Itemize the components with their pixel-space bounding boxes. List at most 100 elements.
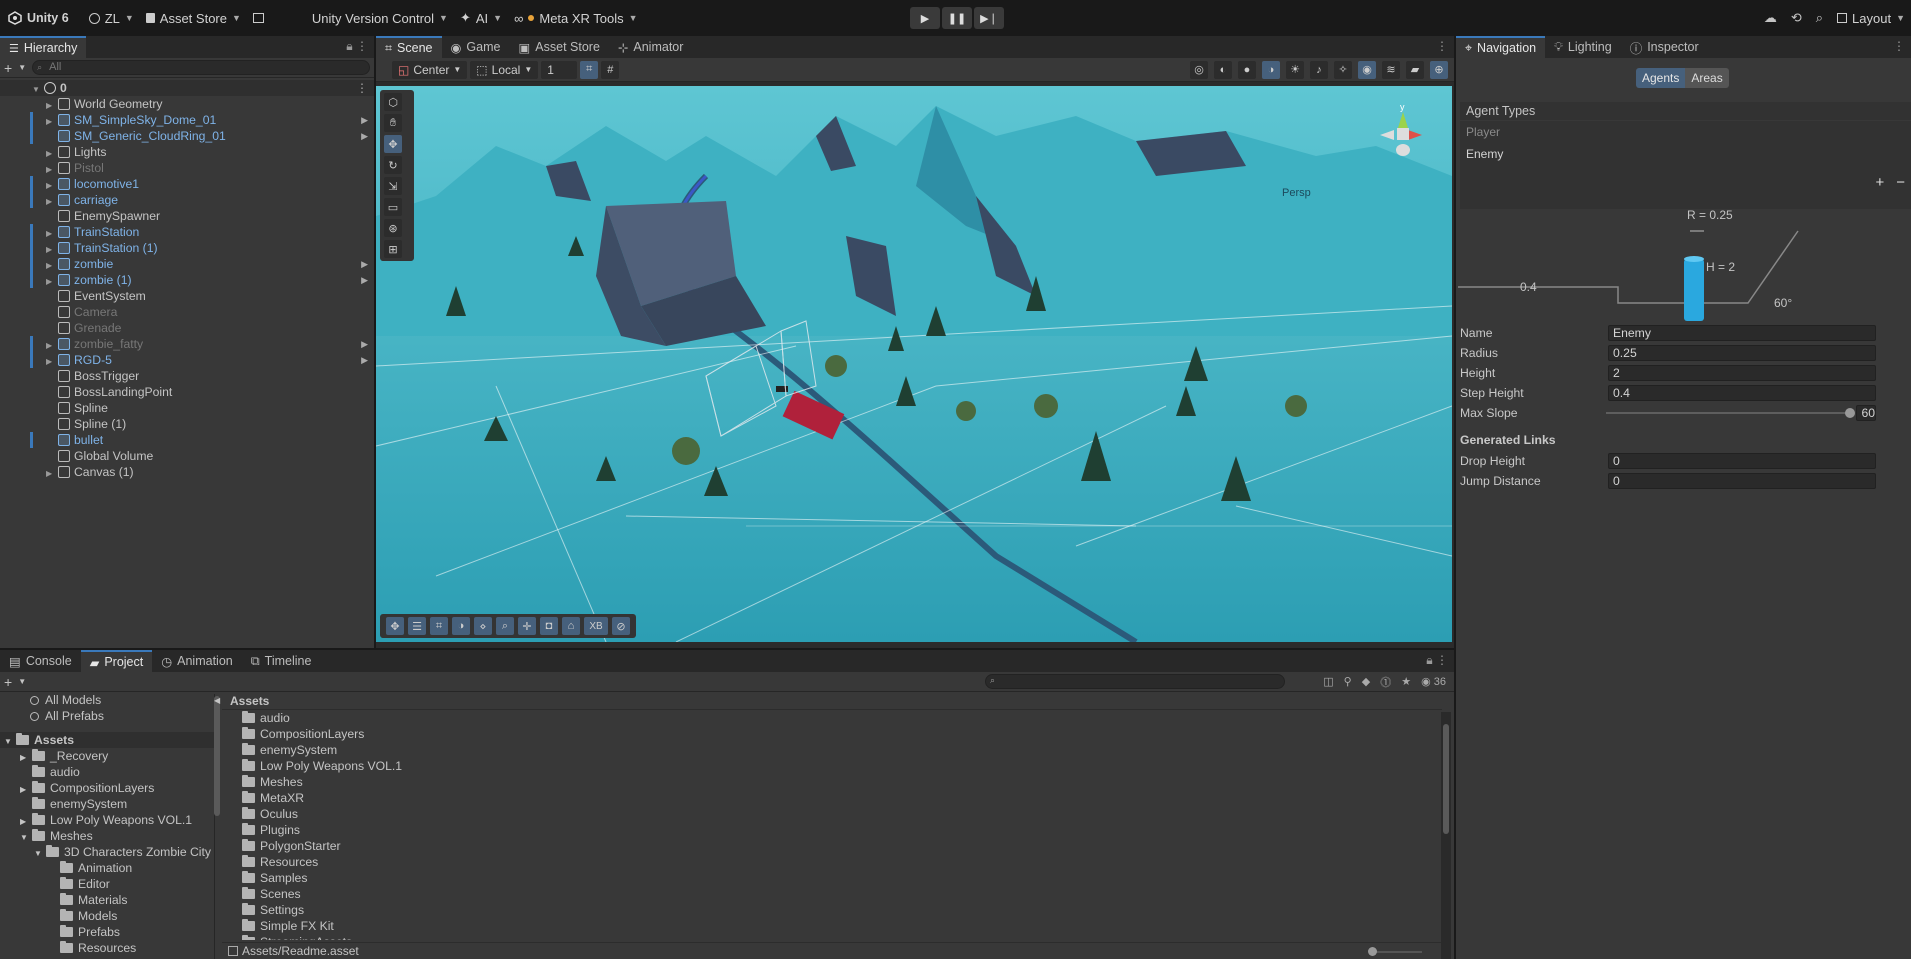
tree-item[interactable]: enemySystem bbox=[0, 796, 214, 812]
expand-arrow-icon[interactable]: ▼ bbox=[20, 830, 32, 846]
tab-navigation[interactable]: ⌖ Navigation bbox=[1456, 36, 1546, 58]
hierarchy-item[interactable]: ▶ zombie (1) ▶ bbox=[0, 272, 374, 288]
asset-folder[interactable]: Resources bbox=[242, 854, 1442, 870]
hierarchy-item[interactable]: EnemySpawner bbox=[0, 208, 374, 224]
overlay-move-button[interactable]: ✥ bbox=[386, 617, 404, 635]
overlay-build-button[interactable]: ⌂ bbox=[562, 617, 580, 635]
overlay-camera-button[interactable]: ◘ bbox=[540, 617, 558, 635]
hierarchy-item[interactable]: ▶ TrainStation bbox=[0, 224, 374, 240]
add-button[interactable]: + bbox=[4, 60, 12, 76]
chevron-right-icon[interactable]: ▶ bbox=[361, 352, 368, 368]
lock-icon[interactable]: 🔒︎ ⋮ bbox=[346, 39, 368, 54]
rotate-tool-button[interactable]: ↻ bbox=[384, 156, 402, 174]
label-icon[interactable]: ◆ bbox=[1362, 675, 1370, 688]
chevron-right-icon[interactable]: ▶ bbox=[361, 336, 368, 352]
tree-item[interactable]: ▶ Low Poly Weapons VOL.1 bbox=[0, 812, 214, 828]
package-button[interactable] bbox=[247, 6, 270, 30]
asset-folder[interactable]: Scenes bbox=[242, 886, 1442, 902]
pivot-dropdown[interactable]: ◱ Center ▼ bbox=[392, 60, 468, 79]
overlay-tools-button[interactable]: ☰ bbox=[408, 617, 426, 635]
lighting-button[interactable]: ☀ bbox=[1286, 60, 1304, 79]
hierarchy-item[interactable]: ▶ Canvas (1) bbox=[0, 464, 374, 480]
expand-arrow-icon[interactable]: ▼ bbox=[4, 734, 16, 750]
collapse-arrow-icon[interactable]: ◀ bbox=[214, 692, 220, 710]
agent-item-player[interactable]: Player bbox=[1460, 121, 1911, 143]
tab-animation[interactable]: ◷ Animation bbox=[152, 650, 242, 672]
tab-timeline[interactable]: ⧉ Timeline bbox=[242, 650, 321, 672]
hierarchy-item[interactable]: ▶ SM_SimpleSky_Dome_01 ▶ bbox=[0, 112, 374, 128]
fx-button[interactable]: ✧ bbox=[1334, 60, 1352, 79]
overlay-compass-button[interactable]: ⊘ bbox=[612, 617, 630, 635]
jump-input[interactable]: 0 bbox=[1608, 472, 1876, 489]
asset-folder[interactable]: Low Poly Weapons VOL.1 bbox=[242, 758, 1442, 774]
account-dropdown[interactable]: ZL ▼ bbox=[83, 6, 140, 30]
tree-item[interactable]: Models bbox=[0, 908, 214, 924]
version-control-dropdown[interactable]: Unity Version Control ▼ bbox=[306, 6, 454, 30]
expand-arrow-icon[interactable]: ▶ bbox=[46, 466, 58, 482]
hierarchy-item[interactable]: ▶ locomotive1 bbox=[0, 176, 374, 192]
asset-folder[interactable]: CompositionLayers bbox=[242, 726, 1442, 742]
slider-handle[interactable] bbox=[1845, 407, 1856, 418]
overlay-xb-button[interactable]: XB bbox=[584, 617, 608, 635]
hierarchy-item[interactable]: ▶ Pistol bbox=[0, 160, 374, 176]
name-input[interactable]: Enemy bbox=[1608, 324, 1876, 341]
rect-tool-button[interactable]: ▭ bbox=[384, 198, 402, 216]
play-button[interactable]: ▶ bbox=[910, 7, 940, 29]
slope-input[interactable]: 60 bbox=[1856, 404, 1876, 421]
slider-handle[interactable] bbox=[1368, 947, 1377, 956]
chevron-right-icon[interactable]: ▶ bbox=[361, 128, 368, 144]
asset-folder[interactable]: MetaXR bbox=[242, 790, 1442, 806]
hierarchy-item[interactable]: Spline (1) bbox=[0, 416, 374, 432]
hierarchy-item[interactable]: ▶ World Geometry bbox=[0, 96, 374, 112]
areas-button[interactable]: Areas bbox=[1685, 68, 1729, 88]
height-input[interactable]: 2 bbox=[1608, 364, 1876, 381]
add-agent-button[interactable]: + bbox=[1875, 174, 1884, 191]
hierarchy-item[interactable]: Grenade bbox=[0, 320, 374, 336]
hierarchy-item[interactable]: ▶ TrainStation (1) bbox=[0, 240, 374, 256]
search-icon[interactable]: ⌕ bbox=[1816, 10, 1823, 26]
scrollbar-left[interactable] bbox=[214, 696, 220, 816]
meta-tools-dropdown[interactable]: ∞ Meta XR Tools ▼ bbox=[508, 6, 644, 30]
tree-item[interactable]: Animation bbox=[0, 860, 214, 876]
asset-folder[interactable]: audio bbox=[242, 710, 1442, 726]
hierarchy-item[interactable]: ▶ zombie ▶ bbox=[0, 256, 374, 272]
snap-increment-input[interactable]: 1 bbox=[541, 60, 578, 79]
camera-button[interactable]: ▰ bbox=[1406, 60, 1424, 79]
tab-lighting[interactable]: 💡︎ Lighting bbox=[1545, 36, 1621, 58]
agents-button[interactable]: Agents bbox=[1636, 68, 1686, 88]
tree-item[interactable]: ▶ CompositionLayers bbox=[0, 780, 214, 796]
layout-dropdown[interactable]: Layout ▼ bbox=[1837, 6, 1905, 30]
zoom-slider[interactable] bbox=[1368, 947, 1422, 956]
scrollbar-right[interactable] bbox=[1441, 712, 1451, 959]
asset-folder[interactable]: PolygonStarter bbox=[242, 838, 1442, 854]
history-icon[interactable]: ⟲ bbox=[1791, 10, 1802, 26]
tab-project[interactable]: ▰ Project bbox=[80, 650, 153, 672]
overlay-search-button[interactable]: ⌕ bbox=[496, 617, 514, 635]
gizmo-global-button[interactable]: ◎ bbox=[1190, 60, 1208, 79]
overlay-grid-button[interactable]: ⌗ bbox=[430, 617, 448, 635]
more-icon[interactable]: ⋮ bbox=[1436, 39, 1448, 53]
scale-tool-button[interactable]: ⇲ bbox=[384, 177, 402, 195]
tree-item[interactable]: Editor bbox=[0, 876, 214, 892]
unity-menu[interactable]: Unity 6 bbox=[2, 6, 75, 30]
gizmos-button[interactable]: ⊕ bbox=[1430, 60, 1448, 79]
visibility-button[interactable]: ◉ bbox=[1358, 60, 1376, 79]
pause-button[interactable]: ❚❚ bbox=[942, 7, 972, 29]
projection-label[interactable]: Persp bbox=[1282, 187, 1311, 199]
hierarchy-item[interactable]: ▶ zombie_fatty ▶ bbox=[0, 336, 374, 352]
warning-icon[interactable]: ⓵ bbox=[1380, 674, 1391, 690]
hierarchy-item[interactable]: ▶ Lights bbox=[0, 144, 374, 160]
asset-folder[interactable]: Oculus bbox=[242, 806, 1442, 822]
hierarchy-item[interactable]: Camera bbox=[0, 304, 374, 320]
hand-tool-button[interactable]: ✋︎ bbox=[384, 114, 402, 132]
grid-snap-button[interactable]: ⌗ bbox=[580, 60, 599, 79]
tree-item[interactable]: Materials bbox=[0, 892, 214, 908]
tree-item[interactable]: Resources bbox=[0, 940, 214, 956]
hierarchy-item[interactable]: BossLandingPoint bbox=[0, 384, 374, 400]
search-by-type-icon[interactable]: ◫ bbox=[1323, 675, 1333, 688]
move-tool-button[interactable]: ✥ bbox=[384, 135, 402, 153]
scene-root[interactable]: ▼ 0 ⋮ bbox=[0, 80, 374, 96]
asset-folder[interactable]: enemySystem bbox=[242, 742, 1442, 758]
favorite-all-prefabs[interactable]: All Prefabs bbox=[0, 708, 214, 724]
favorite-all-models[interactable]: All Models bbox=[0, 694, 214, 708]
